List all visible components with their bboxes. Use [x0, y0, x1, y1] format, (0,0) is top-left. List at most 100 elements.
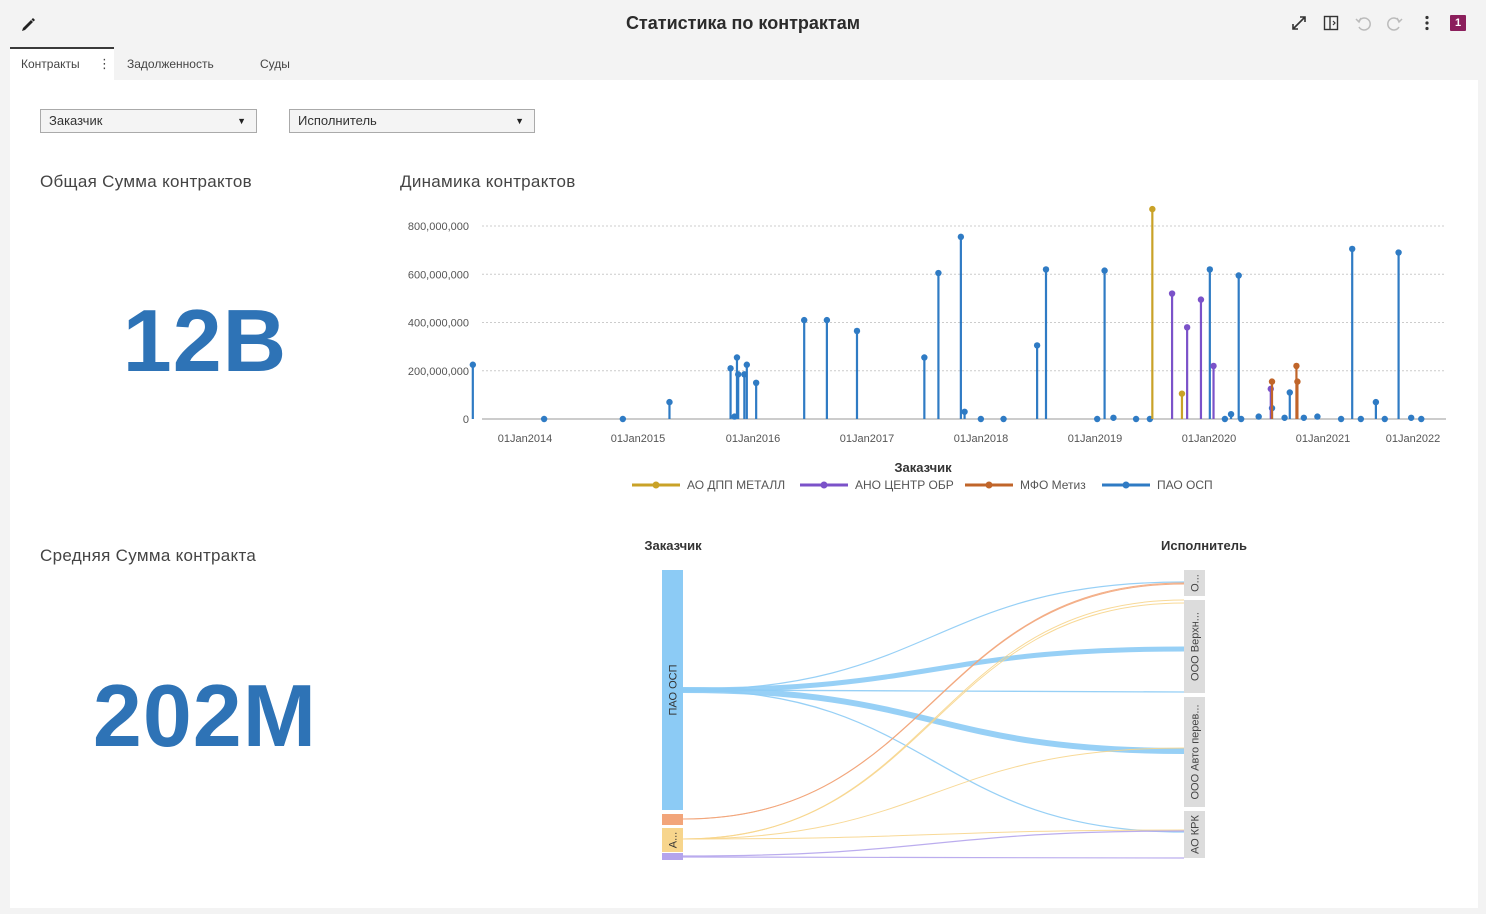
data-point[interactable]: [734, 371, 742, 378]
data-point[interactable]: [1255, 413, 1262, 420]
data-point[interactable]: [1178, 390, 1186, 397]
data-point[interactable]: [1168, 290, 1176, 297]
data-point[interactable]: [1033, 342, 1041, 349]
data-point[interactable]: [727, 365, 734, 372]
sankey-source-title: Заказчик: [644, 538, 702, 553]
data-point[interactable]: [1294, 378, 1301, 385]
sankey-source-node[interactable]: ПАО ОСП: [662, 570, 683, 810]
sankey-source-node[interactable]: [662, 853, 683, 860]
node-label: О...: [1190, 574, 1202, 592]
legend-title: Заказчик: [894, 460, 952, 475]
data-point[interactable]: [823, 316, 831, 324]
data-point[interactable]: [1418, 415, 1425, 423]
data-point[interactable]: [1407, 414, 1415, 421]
x-tick-label: 01Jan2017: [840, 433, 894, 445]
data-point[interactable]: [1197, 296, 1205, 303]
sankey-source-node[interactable]: [662, 814, 683, 825]
sankey-chart: Заказчик Исполнитель ПАО ОСП А... О... ООО …: [644, 538, 1247, 860]
data-point[interactable]: [1293, 362, 1300, 370]
sankey-target-title: Исполнитель: [1161, 538, 1247, 553]
legend-item[interactable]: АО ДПП МЕТАЛЛ: [632, 478, 785, 492]
data-point[interactable]: [619, 415, 627, 423]
notification-badge[interactable]: 1: [1450, 15, 1466, 31]
edit-pencil-icon[interactable]: [18, 14, 38, 34]
data-point[interactable]: [961, 408, 968, 415]
data-point[interactable]: [1372, 398, 1380, 406]
data-point[interactable]: [853, 327, 861, 335]
node-label: ООО Авто перев...: [1190, 704, 1202, 799]
data-point[interactable]: [1183, 324, 1191, 331]
data-point[interactable]: [1314, 413, 1321, 420]
data-point[interactable]: [752, 379, 760, 387]
data-point[interactable]: [1149, 205, 1156, 213]
average-sum-title: Средняя Сумма контракта: [40, 546, 257, 565]
data-point[interactable]: [921, 354, 928, 361]
data-point[interactable]: [977, 415, 985, 423]
data-point[interactable]: [1357, 415, 1365, 423]
data-point[interactable]: [469, 361, 477, 368]
more-options-icon[interactable]: [1417, 13, 1437, 33]
report-canvas: Заказчик ▼ Исполнитель ▼ Общая Сумма кон…: [10, 80, 1478, 908]
data-point[interactable]: [1349, 245, 1356, 253]
data-point[interactable]: [800, 316, 808, 324]
data-point[interactable]: [540, 415, 548, 423]
redo-icon[interactable]: [1385, 13, 1405, 33]
data-point[interactable]: [743, 361, 751, 368]
y-tick-label: 800,000,000: [408, 221, 469, 233]
data-point[interactable]: [1286, 389, 1293, 396]
top-bar: Статистика по контрактам 1: [0, 0, 1486, 46]
expand-icon[interactable]: [1289, 13, 1309, 33]
legend-item[interactable]: МФО Метиз: [965, 478, 1086, 492]
average-sum-value: 202M: [92, 666, 318, 765]
data-point[interactable]: [1210, 362, 1217, 370]
sankey-target-node[interactable]: ООО Верхн...: [1184, 600, 1205, 693]
y-tick-label: 600,000,000: [408, 269, 469, 281]
node-label: А...: [668, 832, 680, 849]
sankey-link[interactable]: [682, 581, 1185, 691]
sankey-link[interactable]: [682, 646, 1185, 693]
sankey-link[interactable]: [682, 583, 1185, 820]
sankey-source-node[interactable]: А...: [662, 828, 683, 852]
undo-icon[interactable]: [1353, 13, 1373, 33]
sankey-target-node[interactable]: АО КРК: [1184, 811, 1205, 858]
x-tick-label: 01Jan2019: [1068, 433, 1122, 445]
sankey-link[interactable]: [682, 602, 1185, 840]
data-point[interactable]: [1268, 378, 1276, 385]
sankey-target-node[interactable]: ООО Авто перев...: [1184, 697, 1205, 807]
data-point[interactable]: [1221, 415, 1229, 423]
legend-item[interactable]: ПАО ОСП: [1102, 478, 1213, 492]
legend-marker: [985, 481, 993, 489]
data-point[interactable]: [1227, 410, 1235, 418]
data-point[interactable]: [1381, 415, 1388, 423]
data-point[interactable]: [1132, 415, 1140, 423]
data-point[interactable]: [957, 233, 965, 241]
data-point[interactable]: [1110, 414, 1117, 421]
tab-menu-icon[interactable]: ⋮: [98, 49, 111, 79]
tab-courts[interactable]: Суды: [260, 47, 320, 80]
data-point[interactable]: [935, 269, 942, 277]
data-point[interactable]: [1235, 272, 1242, 279]
data-point[interactable]: [1337, 415, 1345, 423]
legend-marker: [820, 481, 828, 489]
data-point[interactable]: [1281, 414, 1288, 421]
node-bar: [662, 814, 683, 825]
data-point[interactable]: [1237, 415, 1245, 423]
sankey-link[interactable]: [682, 856, 1185, 859]
x-tick-label: 01Jan2015: [611, 433, 665, 445]
y-tick-label: 400,000,000: [408, 318, 469, 330]
panel-toggle-icon[interactable]: [1321, 13, 1341, 33]
x-tick-label: 01Jan2014: [498, 433, 552, 445]
data-point[interactable]: [733, 354, 741, 361]
sankey-target-node[interactable]: О...: [1184, 570, 1205, 596]
data-point[interactable]: [666, 398, 673, 406]
data-point[interactable]: [1300, 414, 1308, 421]
data-point[interactable]: [1206, 266, 1214, 273]
data-point[interactable]: [1000, 415, 1007, 423]
tab-debt[interactable]: Задолженность: [127, 47, 237, 80]
legend-item[interactable]: АНО ЦЕНТР ОБР: [800, 478, 954, 492]
data-point[interactable]: [1042, 266, 1050, 273]
data-point[interactable]: [1101, 267, 1108, 274]
tab-contracts[interactable]: Контракты ⋮: [10, 47, 114, 80]
data-point[interactable]: [1395, 249, 1402, 256]
data-point[interactable]: [1094, 415, 1101, 423]
